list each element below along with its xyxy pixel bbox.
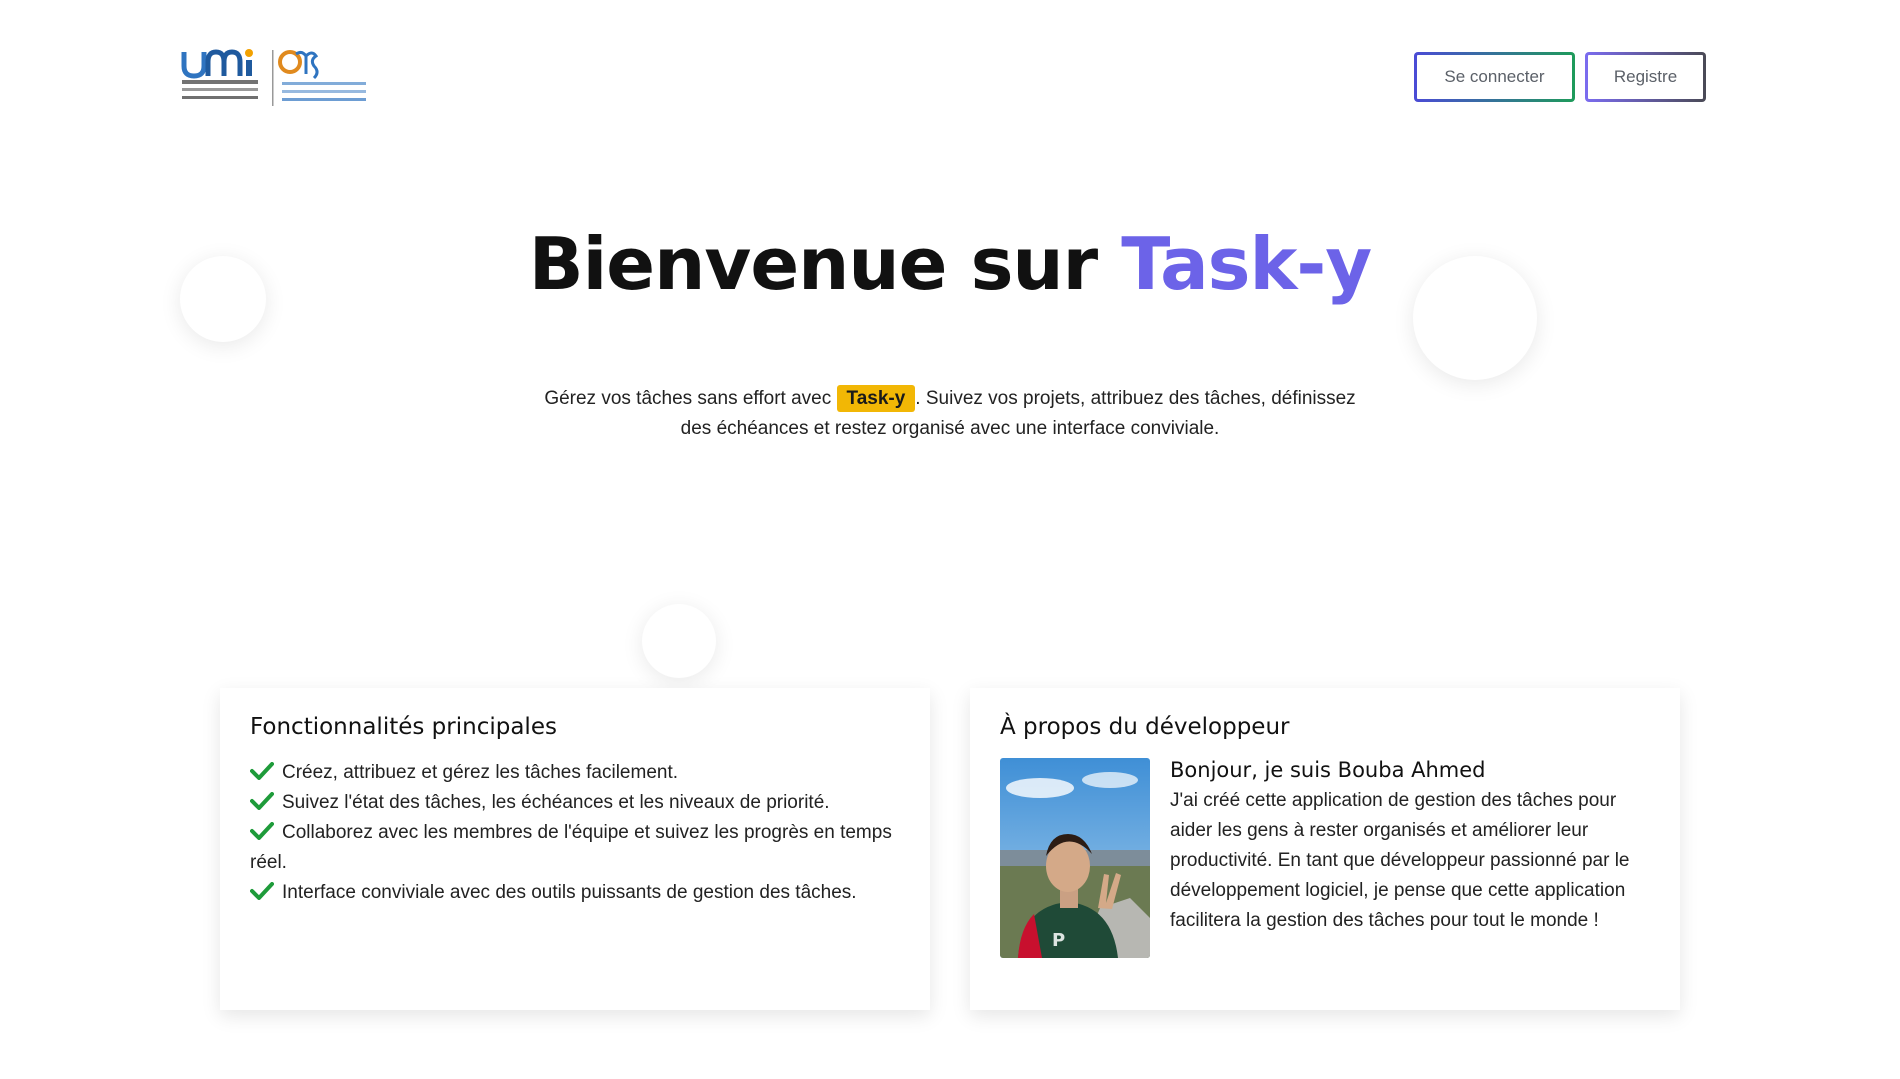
decorative-circle [642, 604, 716, 678]
developer-card: À propos du développeur P Bonjour, je su… [970, 688, 1680, 1010]
hero-title: Bienvenue sur Task-y [0, 222, 1900, 306]
check-icon [250, 792, 274, 810]
hero-description: Gérez vos tâches sans effort avec Task-y… [540, 384, 1360, 444]
svg-text:P: P [1052, 930, 1065, 951]
developer-name: Bonjour, je suis Bouba Ahmed [1170, 758, 1486, 782]
umi-ens-logo[interactable] [180, 46, 370, 110]
developer-body: P Bonjour, je suis Bouba Ahmed J'ai créé… [1000, 758, 1650, 958]
feature-item: Suivez l'état des tâches, les échéances … [250, 788, 900, 818]
feature-item: Interface conviviale avec des outils pui… [250, 878, 900, 908]
feature-text: Créez, attribuez et gérez les tâches fac… [282, 762, 679, 783]
feature-item: Créez, attribuez et gérez les tâches fac… [250, 758, 900, 788]
hero-text-before: Gérez vos tâches sans effort avec [544, 388, 832, 409]
hero-title-accent: Task-y [1121, 222, 1372, 306]
features-card: Fonctionnalités principales Créez, attri… [220, 688, 930, 1010]
landing-page: Se connecter Registre Bienvenue sur Task… [0, 0, 1900, 1079]
check-icon [250, 822, 274, 840]
feature-text: Suivez l'état des tâches, les échéances … [282, 792, 830, 813]
auth-buttons: Se connecter Registre [1414, 52, 1706, 102]
login-button[interactable]: Se connecter [1414, 52, 1575, 102]
features-title: Fonctionnalités principales [250, 714, 557, 740]
developer-title: À propos du développeur [1000, 714, 1290, 740]
features-list: Créez, attribuez et gérez les tâches fac… [250, 758, 900, 908]
brand-highlight: Task-y [836, 385, 916, 412]
register-button[interactable]: Registre [1585, 52, 1706, 102]
check-icon [250, 762, 274, 780]
developer-photo: P [1000, 758, 1150, 958]
feature-item: Collaborez avec les membres de l'équipe … [250, 818, 900, 878]
developer-info: Bonjour, je suis Bouba Ahmed J'ai créé c… [1170, 758, 1650, 936]
feature-text: Interface conviviale avec des outils pui… [282, 882, 857, 903]
feature-text: Collaborez avec les membres de l'équipe … [250, 822, 892, 873]
hero-title-main: Bienvenue sur [528, 222, 1098, 306]
developer-bio: J'ai créé cette application de gestion d… [1170, 790, 1630, 931]
check-icon [250, 882, 274, 900]
